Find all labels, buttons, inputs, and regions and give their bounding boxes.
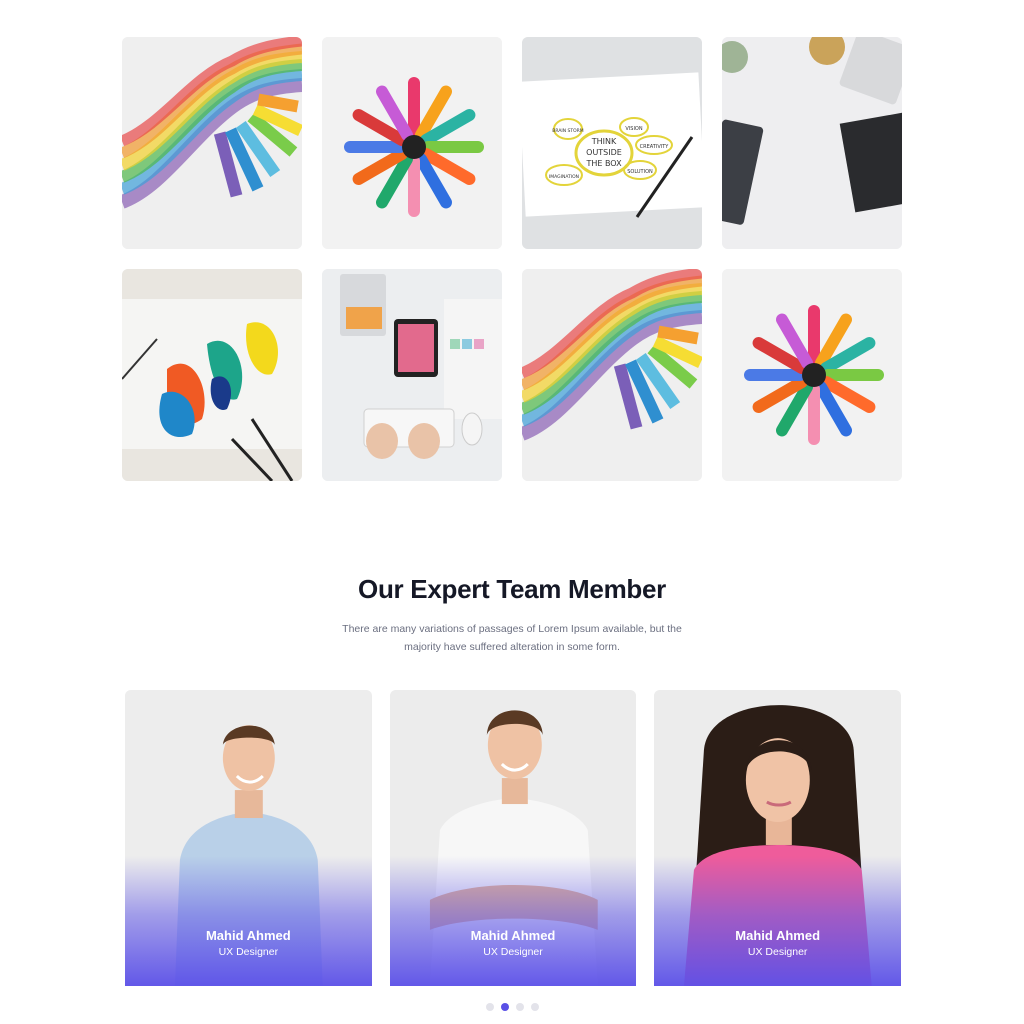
sketch-text-brainstorm: BRAIN STORM — [552, 128, 584, 134]
card-gradient-overlay — [389, 856, 637, 986]
sketch-text-vision: VISION — [625, 126, 642, 132]
gallery-image-paint[interactable] — [122, 269, 302, 481]
member-name: Mahid Ahmed — [470, 928, 556, 943]
sketch-text-outside: OUTSIDE — [586, 148, 622, 157]
gallery-image-markers-2[interactable] — [722, 269, 902, 481]
team-section-description: There are many variations of passages of… — [342, 623, 682, 653]
rainbow-chalk-image — [122, 37, 302, 249]
gallery-image-rainbow-chalk[interactable] — [122, 37, 302, 249]
sketch-text-solution: SOLUTION — [627, 169, 653, 175]
team-member-card[interactable]: Mahid Ahmed UX Designer — [125, 690, 372, 986]
team-carousel: Mahid Ahmed UX Designer Mahid Ahmed UX D… — [125, 690, 902, 986]
gallery-image-designer-desk[interactable] — [322, 269, 502, 481]
carousel-dot[interactable] — [516, 1003, 524, 1011]
gallery-image-rainbow-chalk-2[interactable] — [522, 269, 702, 481]
carousel-dot[interactable] — [486, 1003, 494, 1011]
sketch-text-creativity: CREATIVITY — [640, 144, 670, 150]
sketch-image: THINK OUTSIDE THE BOX VISION CREATIVITY … — [522, 37, 702, 249]
card-gradient-overlay — [654, 856, 902, 986]
sketch-text-the-box: THE BOX — [585, 159, 622, 168]
markers-image — [722, 269, 902, 481]
member-name: Mahid Ahmed — [735, 928, 821, 943]
sketch-text-imagination: IMAGINATION — [549, 174, 579, 180]
gallery-image-markers[interactable] — [322, 37, 502, 249]
card-gradient-overlay — [125, 856, 372, 986]
designer-desk-image — [322, 269, 502, 481]
sketch-text-think: THINK — [591, 137, 617, 146]
rainbow-chalk-image — [522, 269, 702, 481]
markers-image — [322, 37, 502, 249]
member-role: UX Designer — [218, 946, 279, 958]
member-role: UX Designer — [747, 946, 808, 958]
carousel-dot-active[interactable] — [501, 1003, 509, 1011]
carousel-pagination — [486, 1003, 539, 1011]
carousel-dot[interactable] — [531, 1003, 539, 1011]
paint-image — [122, 269, 302, 481]
image-gallery: THINK OUTSIDE THE BOX VISION CREATIVITY … — [122, 37, 902, 481]
gallery-image-think-outside-box[interactable]: THINK OUTSIDE THE BOX VISION CREATIVITY … — [522, 37, 702, 249]
member-role: UX Designer — [483, 946, 543, 958]
desk-image — [722, 37, 902, 249]
gallery-image-desk[interactable] — [722, 37, 902, 249]
member-name: Mahid Ahmed — [205, 928, 291, 943]
team-member-card[interactable]: Mahid Ahmed UX Designer — [389, 690, 637, 986]
team-section-heading: Our Expert Team Member — [358, 574, 666, 604]
team-member-card[interactable]: Mahid Ahmed UX Designer — [654, 690, 902, 986]
